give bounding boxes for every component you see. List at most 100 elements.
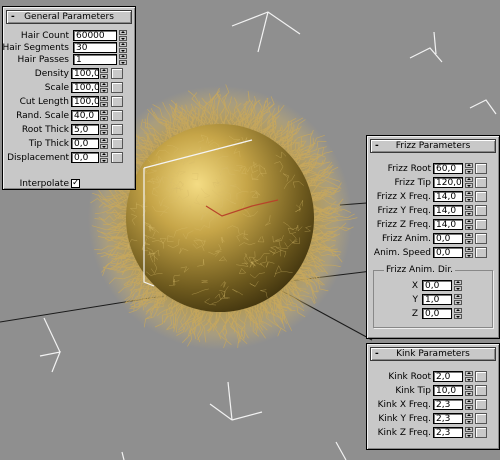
spinner-up-icon[interactable] — [100, 110, 108, 115]
frizz-root-field[interactable]: 60,0 — [433, 163, 463, 174]
kink-z-freq-field[interactable]: 2,3 — [433, 427, 463, 438]
spinner-up-icon[interactable] — [465, 371, 473, 376]
frizz-z-freq-spinner[interactable] — [465, 219, 473, 230]
spinner-up-icon[interactable] — [465, 399, 473, 404]
frizz-tip-map-button[interactable] — [475, 177, 487, 188]
kink-z-freq-map-button[interactable] — [475, 427, 487, 438]
spinner-down-icon[interactable] — [454, 286, 462, 291]
spinner-up-icon[interactable] — [100, 96, 108, 101]
frizz-x-freq-field[interactable]: 14,0 — [433, 191, 463, 202]
root-thick-field[interactable]: 5,0 — [71, 124, 99, 135]
spinner-down-icon[interactable] — [100, 130, 108, 135]
y-spinner[interactable] — [454, 294, 462, 305]
spinner-down-icon[interactable] — [465, 211, 473, 216]
spinner-down-icon[interactable] — [465, 169, 473, 174]
tip-thick-spinner[interactable] — [100, 138, 108, 149]
hair-passes-spinner[interactable] — [119, 54, 127, 65]
kink-y-freq-field[interactable]: 2,3 — [433, 413, 463, 424]
spinner-down-icon[interactable] — [465, 225, 473, 230]
spinner-up-icon[interactable] — [465, 233, 473, 238]
spinner-down-icon[interactable] — [100, 74, 108, 79]
spinner-up-icon[interactable] — [465, 247, 473, 252]
spinner-down-icon[interactable] — [100, 102, 108, 107]
root-thick-map-button[interactable] — [111, 124, 123, 135]
spinner-down-icon[interactable] — [454, 314, 462, 319]
hair-count-spinner[interactable] — [119, 30, 127, 41]
scale-map-button[interactable] — [111, 82, 123, 93]
spinner-down-icon[interactable] — [119, 60, 127, 65]
spinner-down-icon[interactable] — [465, 183, 473, 188]
kink-z-freq-spinner[interactable] — [465, 427, 473, 438]
anim-speed-spinner[interactable] — [465, 247, 473, 258]
spinner-down-icon[interactable] — [465, 253, 473, 258]
displacement-spinner[interactable] — [100, 152, 108, 163]
spinner-down-icon[interactable] — [100, 158, 108, 163]
z-field[interactable]: 0,0 — [422, 308, 452, 319]
spinner-up-icon[interactable] — [465, 413, 473, 418]
spinner-up-icon[interactable] — [119, 30, 127, 35]
displacement-field[interactable]: 0,0 — [71, 152, 99, 163]
kink-parameters-header[interactable]: - Kink Parameters — [370, 347, 496, 361]
frizz-root-spinner[interactable] — [465, 163, 473, 174]
tip-thick-map-button[interactable] — [111, 138, 123, 149]
frizz-tip-spinner[interactable] — [465, 177, 473, 188]
anim-speed-map-button[interactable] — [475, 247, 487, 258]
kink-y-freq-map-button[interactable] — [475, 413, 487, 424]
spinner-up-icon[interactable] — [100, 82, 108, 87]
spinner-down-icon[interactable] — [465, 433, 473, 438]
x-field[interactable]: 0,0 — [422, 280, 452, 291]
frizz-y-freq-map-button[interactable] — [475, 205, 487, 216]
spinner-up-icon[interactable] — [119, 54, 127, 59]
spinner-down-icon[interactable] — [100, 116, 108, 121]
scale-field[interactable]: 100,0 — [71, 82, 99, 93]
spinner-up-icon[interactable] — [465, 385, 473, 390]
spinner-up-icon[interactable] — [100, 124, 108, 129]
cut-length-field[interactable]: 100,0 — [71, 96, 99, 107]
rand-scale-map-button[interactable] — [111, 110, 123, 121]
cut-length-spinner[interactable] — [100, 96, 108, 107]
kink-tip-spinner[interactable] — [465, 385, 473, 396]
spinner-down-icon[interactable] — [454, 300, 462, 305]
hair-count-field[interactable]: 60000 — [73, 30, 117, 41]
hair-passes-field[interactable]: 1 — [73, 54, 117, 65]
spinner-down-icon[interactable] — [119, 36, 127, 41]
rand-scale-field[interactable]: 40,0 — [71, 110, 99, 121]
kink-root-field[interactable]: 2,0 — [433, 371, 463, 382]
kink-tip-map-button[interactable] — [475, 385, 487, 396]
frizz-anim-spinner[interactable] — [465, 233, 473, 244]
hair-segments-field[interactable]: 30 — [73, 42, 117, 53]
frizz-z-freq-field[interactable]: 14,0 — [433, 219, 463, 230]
y-field[interactable]: 1,0 — [422, 294, 452, 305]
kink-x-freq-field[interactable]: 2,3 — [433, 399, 463, 410]
spinner-up-icon[interactable] — [465, 427, 473, 432]
spinner-down-icon[interactable] — [465, 419, 473, 424]
spinner-down-icon[interactable] — [119, 48, 127, 53]
z-spinner[interactable] — [454, 308, 462, 319]
kink-tip-field[interactable]: 10,0 — [433, 385, 463, 396]
frizz-parameters-header[interactable]: - Frizz Parameters — [370, 139, 496, 153]
spinner-up-icon[interactable] — [454, 280, 462, 285]
spinner-up-icon[interactable] — [465, 163, 473, 168]
kink-y-freq-spinner[interactable] — [465, 413, 473, 424]
anim-speed-field[interactable]: 0,0 — [433, 247, 463, 258]
kink-x-freq-spinner[interactable] — [465, 399, 473, 410]
density-field[interactable]: 100,0 — [71, 68, 99, 79]
spinner-up-icon[interactable] — [119, 42, 127, 47]
kink-root-spinner[interactable] — [465, 371, 473, 382]
spinner-up-icon[interactable] — [454, 308, 462, 313]
spinner-down-icon[interactable] — [465, 391, 473, 396]
spinner-up-icon[interactable] — [465, 191, 473, 196]
frizz-root-map-button[interactable] — [475, 163, 487, 174]
root-thick-spinner[interactable] — [100, 124, 108, 135]
interpolate-checkbox[interactable]: ✓ — [71, 179, 80, 188]
rand-scale-spinner[interactable] — [100, 110, 108, 121]
spinner-down-icon[interactable] — [465, 197, 473, 202]
spinner-up-icon[interactable] — [100, 152, 108, 157]
density-map-button[interactable] — [111, 68, 123, 79]
cut-length-map-button[interactable] — [111, 96, 123, 107]
general-parameters-header[interactable]: - General Parameters — [6, 10, 132, 24]
spinner-up-icon[interactable] — [465, 177, 473, 182]
spinner-up-icon[interactable] — [465, 219, 473, 224]
displacement-map-button[interactable] — [111, 152, 123, 163]
frizz-y-freq-spinner[interactable] — [465, 205, 473, 216]
